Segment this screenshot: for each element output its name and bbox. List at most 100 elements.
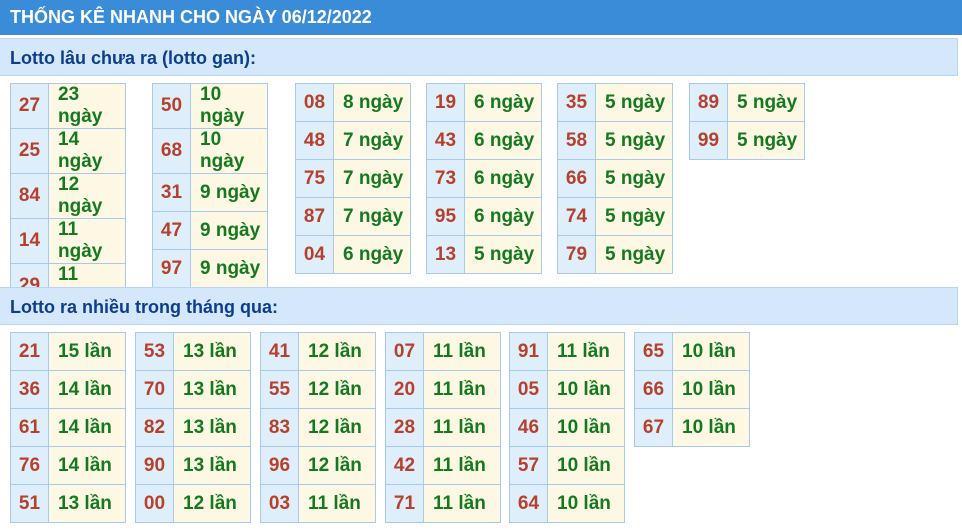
- lotto-count: 6 ngày: [464, 83, 542, 122]
- table-row: 87 7 ngày: [295, 197, 411, 236]
- lotto-nhieu-table: 91 11 lần 05 10 lần 46 10 lần 57 10 lần 64 10 lần: [509, 332, 625, 523]
- lotto-number: 25: [10, 128, 49, 174]
- table-row: 46 10 lần: [509, 408, 625, 447]
- lotto-number: 79: [557, 235, 596, 274]
- lotto-count: 7 ngày: [333, 197, 411, 236]
- lotto-number: 41: [260, 332, 299, 371]
- lotto-nhieu-group: 53 13 lần 70 13 lần 82 13 lần 90 13 lần 00 12 lần: [135, 332, 251, 523]
- table-row: 21 15 lần: [10, 332, 126, 371]
- lotto-count: 11 lần: [423, 408, 501, 447]
- lotto-count: 5 ngày: [595, 83, 673, 122]
- table-row: 42 11 lần: [385, 446, 501, 485]
- table-row: 75 7 ngày: [295, 159, 411, 198]
- lotto-number: 00: [135, 484, 174, 523]
- table-row: 20 11 lần: [385, 370, 501, 409]
- lotto-count: 5 ngày: [727, 83, 805, 122]
- lotto-count: 6 ngày: [333, 235, 411, 274]
- table-row: 19 6 ngày: [426, 83, 542, 122]
- lotto-number: 43: [426, 121, 465, 160]
- lotto-count: 11 lần: [298, 484, 376, 523]
- table-row: 70 13 lần: [135, 370, 251, 409]
- lotto-nhieu-group: 41 12 lần 55 12 lần 83 12 lần 96 12 lần 03 11 lần: [260, 332, 376, 523]
- lotto-number: 82: [135, 408, 174, 447]
- lotto-number: 96: [260, 446, 299, 485]
- lotto-number: 14: [10, 218, 49, 264]
- lotto-count: 14 lần: [48, 370, 126, 409]
- lotto-count: 12 lần: [298, 408, 376, 447]
- lotto-count: 9 ngày: [190, 249, 268, 288]
- table-row: 68 10 ngày: [152, 128, 268, 174]
- lotto-number: 20: [385, 370, 424, 409]
- table-row: 64 10 lần: [509, 484, 625, 523]
- lotto-count: 12 lần: [298, 446, 376, 485]
- lotto-count: 10 ngày: [190, 83, 268, 129]
- table-row: 57 10 lần: [509, 446, 625, 485]
- lotto-count: 13 lần: [173, 370, 251, 409]
- table-row: 28 11 lần: [385, 408, 501, 447]
- table-row: 47 9 ngày: [152, 211, 268, 250]
- table-row: 84 12 ngày: [10, 173, 126, 219]
- lotto-gan-group: 08 8 ngày 48 7 ngày 75 7 ngày 87 7 ngày 04 6 ngày: [295, 83, 411, 274]
- lotto-nhieu-table: 41 12 lần 55 12 lần 83 12 lần 96 12 lần 03 11 lần: [260, 332, 376, 523]
- table-row: 14 11 ngày: [10, 218, 126, 264]
- page-header: THỐNG KÊ NHANH CHO NGÀY 06/12/2022: [0, 0, 962, 35]
- lotto-count: 10 lần: [672, 370, 750, 409]
- lotto-number: 04: [295, 235, 334, 274]
- lotto-number: 70: [135, 370, 174, 409]
- lotto-count: 10 lần: [547, 484, 625, 523]
- lotto-count: 10 lần: [547, 408, 625, 447]
- lotto-count: 11 ngày: [48, 218, 126, 264]
- lotto-count: 6 ngày: [464, 159, 542, 198]
- lotto-count: 8 ngày: [333, 83, 411, 122]
- lotto-number: 71: [385, 484, 424, 523]
- lotto-nhieu-group: 65 10 lần 66 10 lần 67 10 lần: [634, 332, 750, 447]
- lotto-number: 05: [509, 370, 548, 409]
- lotto-number: 21: [10, 332, 49, 371]
- table-row: 66 5 ngày: [557, 159, 673, 198]
- lotto-gan-table: 19 6 ngày 43 6 ngày 73 6 ngày 95 6 ngày 13 5 ngày: [426, 83, 542, 274]
- lotto-nhieu-table: 65 10 lần 66 10 lần 67 10 lần: [634, 332, 750, 447]
- lotto-count: 9 ngày: [190, 211, 268, 250]
- table-row: 31 9 ngày: [152, 173, 268, 212]
- lotto-number: 90: [135, 446, 174, 485]
- table-row: 53 13 lần: [135, 332, 251, 371]
- lotto-count: 5 ngày: [727, 121, 805, 160]
- table-row: 04 6 ngày: [295, 235, 411, 274]
- lotto-count: 10 ngày: [190, 128, 268, 174]
- lotto-number: 57: [509, 446, 548, 485]
- lotto-count: 13 lần: [173, 446, 251, 485]
- table-row: 43 6 ngày: [426, 121, 542, 160]
- lotto-number: 76: [10, 446, 49, 485]
- lotto-gan-group: 19 6 ngày 43 6 ngày 73 6 ngày 95 6 ngày 13 5 ngày: [426, 83, 542, 274]
- table-row: 82 13 lần: [135, 408, 251, 447]
- lotto-gan-group: 89 5 ngày 99 5 ngày: [689, 83, 805, 160]
- lotto-count: 10 lần: [672, 332, 750, 371]
- lotto-count: 14 ngày: [48, 128, 126, 174]
- lotto-number: 66: [557, 159, 596, 198]
- table-row: 67 10 lần: [634, 408, 750, 447]
- lotto-number: 55: [260, 370, 299, 409]
- lotto-number: 61: [10, 408, 49, 447]
- lotto-number: 35: [557, 83, 596, 122]
- lotto-nhieu-group: 07 11 lần 20 11 lần 28 11 lần 42 11 lần 71 11 lần: [385, 332, 501, 523]
- lotto-count: 10 lần: [547, 446, 625, 485]
- lotto-count: 11 lần: [423, 370, 501, 409]
- table-row: 25 14 ngày: [10, 128, 126, 174]
- lotto-count: 15 lần: [48, 332, 126, 371]
- table-row: 96 12 lần: [260, 446, 376, 485]
- lotto-nhieu-group: 91 11 lần 05 10 lần 46 10 lần 57 10 lần 64 10 lần: [509, 332, 625, 523]
- lotto-number: 31: [152, 173, 191, 212]
- lotto-number: 51: [10, 484, 49, 523]
- lotto-number: 46: [509, 408, 548, 447]
- lotto-count: 6 ngày: [464, 197, 542, 236]
- table-row: 35 5 ngày: [557, 83, 673, 122]
- lotto-gan-group: 50 10 ngày 68 10 ngày 31 9 ngày 47 9 ngày 97 9 ng…: [152, 83, 268, 288]
- table-row: 07 11 lần: [385, 332, 501, 371]
- lotto-gan-table: 35 5 ngày 58 5 ngày 66 5 ngày 74 5 ngày 79 5 ngày: [557, 83, 673, 274]
- lotto-nhieu-group: 21 15 lần 36 14 lần 61 14 lần 76 14 lần 51 13 lần: [10, 332, 126, 523]
- table-row: 76 14 lần: [10, 446, 126, 485]
- lotto-number: 47: [152, 211, 191, 250]
- lotto-number: 84: [10, 173, 49, 219]
- lotto-count: 5 ngày: [595, 159, 673, 198]
- lotto-count: 13 lần: [48, 484, 126, 523]
